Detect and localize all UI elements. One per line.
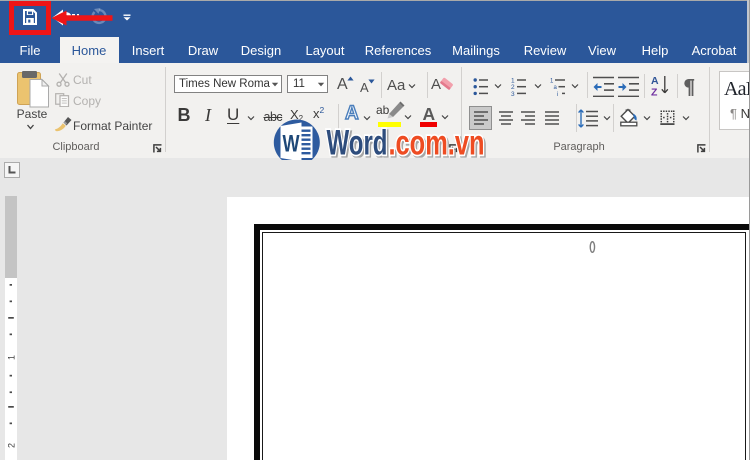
svg-text:1: 1 xyxy=(550,79,554,85)
svg-text:2: 2 xyxy=(7,443,17,448)
svg-text:Z: Z xyxy=(651,87,658,97)
svg-text:Word: Word xyxy=(327,123,388,161)
svg-text:a: a xyxy=(554,85,558,91)
svg-text:A: A xyxy=(651,75,659,87)
svg-text:.com.vn: .com.vn xyxy=(389,123,485,161)
svg-text:W: W xyxy=(283,131,300,158)
svg-text:1: 1 xyxy=(7,355,17,360)
svg-text:3: 3 xyxy=(511,91,515,96)
svg-text:i: i xyxy=(557,92,558,96)
